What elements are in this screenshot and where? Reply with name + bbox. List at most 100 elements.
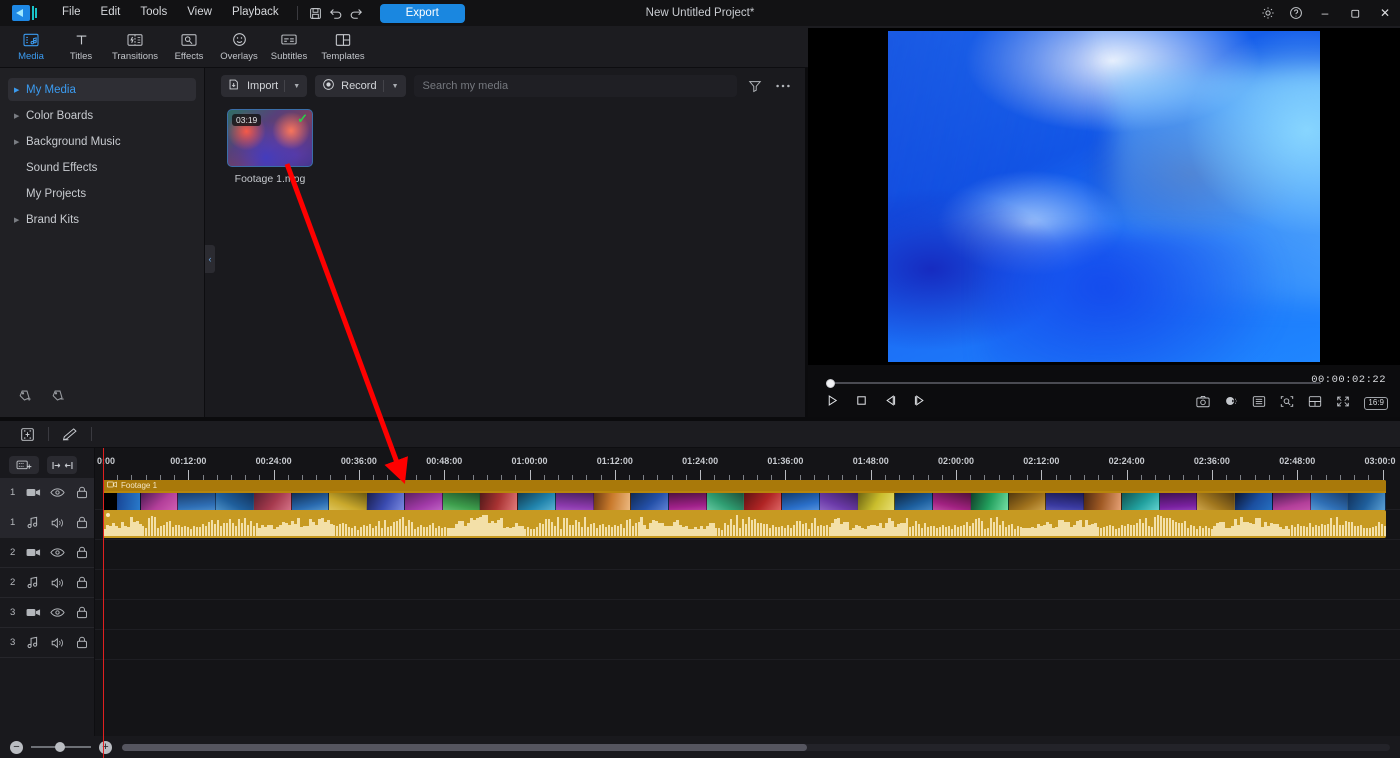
scrollbar-thumb[interactable] [122,743,807,751]
tab-effects[interactable]: Effects [164,27,214,67]
eye-icon[interactable] [45,487,69,498]
split-view-icon[interactable] [1308,395,1322,413]
menu-file[interactable]: File [52,3,91,23]
filter-icon[interactable] [745,76,765,96]
minimize-button[interactable]: – [1310,0,1340,26]
tab-titles[interactable]: Titles [56,27,106,67]
zoom-out-button[interactable]: − [10,740,23,754]
timeline-body[interactable]: 0:00 00:12:00 00:24:00 00:36:00 00:48:00 01:0… [95,448,1400,758]
timeline-track-audio-3[interactable] [95,630,1400,660]
timeline-track-video-2[interactable] [95,540,1400,570]
aspect-ratio-badge[interactable]: 16:9 [1364,397,1388,410]
track-header-audio-3[interactable]: 3 [0,628,94,658]
zoom-preview-icon[interactable] [1280,395,1294,413]
record-voiceover-icon[interactable] [1224,394,1238,413]
lock-icon[interactable] [70,516,94,529]
menu-playback[interactable]: Playback [222,3,289,23]
scrubber-knob[interactable] [826,379,835,388]
help-icon[interactable] [1282,0,1310,26]
maximize-button[interactable] [1340,0,1370,26]
import-button[interactable]: Import ▼ [221,75,308,97]
preview-scrubber[interactable] [826,376,1321,390]
timeline-track-video-1[interactable]: Footage 1 [95,480,1400,525]
timeline-ruler[interactable]: 0:00 00:12:00 00:24:00 00:36:00 00:48:00 01:0… [95,448,1400,480]
tab-overlays[interactable]: Overlays [214,27,264,67]
media-thumbnail[interactable]: 03:19 ✓ [227,109,313,167]
media-item[interactable]: 03:19 ✓ Footage 1.mpg [227,109,313,185]
tab-transitions[interactable]: Transitions [106,27,164,67]
stop-button[interactable] [855,394,868,412]
track-header-video-2[interactable]: 2 [0,538,94,568]
speaker-icon[interactable] [45,577,69,589]
tag-remove-icon[interactable] [51,389,66,408]
speaker-icon[interactable] [45,637,69,649]
undo-icon[interactable] [326,3,346,23]
menu-tools[interactable]: Tools [130,3,177,23]
video-clip-icon [107,481,117,490]
sidebar-item-sound-effects[interactable]: Sound Effects [8,156,196,179]
timeline-horizontal-scrollbar[interactable] [122,743,1390,751]
search-input[interactable] [422,80,728,92]
fullscreen-icon[interactable] [1336,395,1350,413]
tag-add-icon[interactable] [18,389,33,408]
chevron-down-icon[interactable]: ▼ [392,83,399,90]
timeline-track-video-3[interactable] [95,600,1400,630]
video-stage[interactable] [808,28,1400,365]
speaker-icon[interactable] [45,517,69,529]
tab-templates[interactable]: Templates [314,27,372,67]
close-button[interactable]: ✕ [1370,0,1400,26]
ruler-label: 00:12:00 [170,456,207,466]
track-header-video-3[interactable]: 3 [0,598,94,628]
eye-icon[interactable] [45,547,69,558]
next-frame-button[interactable] [913,394,926,412]
lock-icon[interactable] [70,486,94,499]
track-header-audio-2[interactable]: 2 [0,568,94,598]
fit-to-timeline-button[interactable] [47,456,77,474]
tab-media[interactable]: Media [6,27,56,67]
gear-icon[interactable] [1254,0,1282,26]
chevron-down-icon[interactable]: ▼ [293,83,300,90]
timeline-track-audio-2[interactable] [95,570,1400,600]
menu-bar: File Edit Tools View Playback Export [52,3,465,23]
sidebar-item-background-music[interactable]: ▶ Background Music [8,130,196,153]
lock-icon[interactable] [70,576,94,589]
sidebar-item-brand-kits[interactable]: ▶ Brand Kits [8,208,196,231]
play-button[interactable] [826,394,839,412]
track-header-audio-1[interactable]: 1 [0,508,94,538]
record-button[interactable]: Record ▼ [315,75,406,97]
tab-subtitles[interactable]: Subtitles [264,27,314,67]
save-icon[interactable] [306,3,326,23]
track-header-video-1[interactable]: 1 [0,478,94,508]
zoom-slider-track[interactable] [31,742,91,752]
search-box[interactable] [413,75,737,97]
tab-media-label: Media [18,50,44,62]
sidebar-item-color-boards[interactable]: ▶ Color Boards [8,104,196,127]
timeline-clip-audio[interactable] [103,510,1386,538]
ruler-label: 00:48:00 [426,456,463,466]
tab-overlays-label: Overlays [220,50,258,62]
playback-quality-icon[interactable] [1252,395,1266,413]
scrubber-track[interactable] [826,382,1321,384]
lock-icon[interactable] [70,636,94,649]
zoom-slider-knob[interactable] [55,742,65,752]
lock-icon[interactable] [70,606,94,619]
redo-icon[interactable] [346,3,366,23]
lock-icon[interactable] [70,546,94,559]
more-options-icon[interactable] [773,76,793,96]
pen-tool-icon[interactable] [53,423,87,445]
snapshot-icon[interactable] [1196,395,1211,413]
marker-icon[interactable] [10,423,44,445]
ruler-label: 01:00:00 [511,456,548,466]
menu-view[interactable]: View [177,3,222,23]
menu-edit[interactable]: Edit [91,3,131,23]
sidebar-item-my-projects[interactable]: My Projects [8,182,196,205]
transitions-icon [127,32,143,48]
previous-frame-button[interactable] [884,394,897,412]
export-button[interactable]: Export [379,3,465,23]
timeline-track-audio-1[interactable] [95,510,1400,540]
zoom-in-button[interactable]: + [99,740,112,754]
eye-icon[interactable] [45,607,69,618]
add-track-button[interactable] [9,456,39,474]
sidebar-item-my-media[interactable]: ▶ My Media [8,78,196,101]
panel-collapse-handle[interactable]: ‹ [205,245,215,273]
